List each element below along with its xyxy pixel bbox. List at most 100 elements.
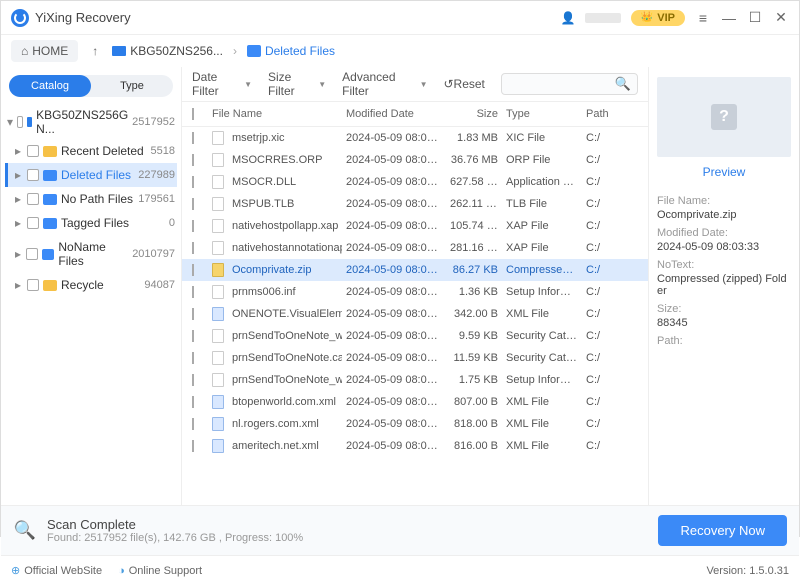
meta-label-modified: Modified Date: [657, 227, 791, 239]
file-name: nl.rogers.com.xml [232, 418, 319, 430]
recovery-button[interactable]: Recovery Now [658, 515, 787, 546]
up-button[interactable]: ↑ [88, 44, 102, 58]
file-name: prnSendToOneNote_wi... [232, 330, 342, 342]
table-row[interactable]: prnSendToOneNote_wi... 2024-05-09 08:03:… [182, 369, 648, 391]
user-icon[interactable]: 👤 [561, 11, 575, 25]
checkbox[interactable] [192, 242, 194, 254]
checkbox[interactable] [26, 248, 37, 260]
checkbox[interactable] [192, 352, 194, 364]
file-name: Ocomprivate.zip [232, 264, 311, 276]
sidebar-item[interactable]: ▸ Deleted Files 227989 [5, 163, 177, 187]
col-date[interactable]: Modified Date [342, 108, 446, 120]
sidebar-item[interactable]: ▸ Recent Deleted 5518 [5, 139, 177, 163]
checkbox[interactable] [192, 198, 194, 210]
sidebar-item[interactable]: ▸ No Path Files 179561 [5, 187, 177, 211]
table-row[interactable]: ONENOTE.VisualElement... 2024-05-09 08:0… [182, 303, 648, 325]
file-icon [212, 131, 224, 145]
cell-size: 1.83 MB [446, 132, 502, 144]
table-row[interactable]: btopenworld.com.xml 2024-05-09 08:03:33 … [182, 391, 648, 413]
folder-icon [42, 249, 55, 260]
preview-button[interactable]: Preview [657, 161, 791, 189]
cell-path: C:/ [582, 220, 622, 232]
tree-root[interactable]: ▾ KBG50ZNS256G N... 2517952 [5, 105, 177, 139]
caret-right-icon[interactable]: ▸ [15, 192, 23, 206]
table-row[interactable]: nativehostpollapp.xap 2024-05-09 08:03:3… [182, 215, 648, 237]
caret-right-icon[interactable]: ▸ [15, 168, 23, 182]
checkbox[interactable] [192, 220, 194, 232]
home-label: HOME [32, 44, 68, 58]
checkbox[interactable] [192, 132, 194, 144]
checkbox[interactable] [192, 308, 194, 320]
checkbox[interactable] [192, 330, 194, 342]
official-website-link[interactable]: ⊕Official WebSite [11, 564, 102, 577]
cell-type: TLB File [502, 198, 582, 210]
table-row[interactable]: MSOCRRES.ORP 2024-05-09 08:03:33 36.76 M… [182, 149, 648, 171]
checkbox[interactable] [192, 176, 194, 188]
cell-path: C:/ [582, 176, 622, 188]
table-row[interactable]: MSPUB.TLB 2024-05-09 08:03:33 262.11 KB … [182, 193, 648, 215]
checkbox[interactable] [192, 286, 194, 298]
cell-size: 627.58 KB [446, 176, 502, 188]
crumb-current[interactable]: Deleted Files [247, 44, 335, 58]
reset-button[interactable]: ↺Reset [443, 77, 484, 91]
col-path[interactable]: Path [582, 108, 622, 120]
cell-path: C:/ [582, 418, 622, 430]
checkbox[interactable] [192, 418, 194, 430]
table-row[interactable]: prnSendToOneNote_wi... 2024-05-09 08:03:… [182, 325, 648, 347]
caret-right-icon[interactable]: ▸ [15, 278, 23, 292]
checkbox[interactable] [192, 440, 194, 452]
table-row[interactable]: nativehostannotationap... 2024-05-09 08:… [182, 237, 648, 259]
maximize-button[interactable]: ☐ [747, 10, 763, 26]
checkbox[interactable] [27, 169, 39, 181]
vip-badge[interactable]: VIP [631, 10, 685, 26]
caret-right-icon[interactable]: ▸ [15, 216, 23, 230]
checkbox[interactable] [27, 145, 39, 157]
table-row[interactable]: Ocomprivate.zip 2024-05-09 08:03:... 86.… [182, 259, 648, 281]
online-support-link[interactable]: ◑Online Support [118, 565, 202, 577]
date-filter[interactable]: Date Filter▼ [192, 70, 252, 98]
search-input[interactable]: 🔍 [501, 73, 638, 95]
caret-down-icon[interactable]: ▾ [7, 115, 13, 129]
col-size[interactable]: Size [446, 108, 502, 120]
table-row[interactable]: ameritech.net.xml 2024-05-09 08:03:33 81… [182, 435, 648, 457]
cell-date: 2024-05-09 08:03:33 [342, 396, 446, 408]
close-button[interactable]: ✕ [773, 10, 789, 26]
checkbox[interactable] [27, 193, 39, 205]
col-name[interactable]: File Name [208, 108, 342, 120]
checkbox[interactable] [192, 374, 194, 386]
checkbox[interactable] [192, 154, 194, 166]
crumb-drive[interactable]: KBG50ZNS256... [112, 44, 223, 58]
checkbox[interactable] [17, 116, 23, 128]
checkbox[interactable] [27, 279, 39, 291]
tab-type[interactable]: Type [91, 75, 173, 97]
checkbox[interactable] [192, 396, 194, 408]
menu-icon[interactable]: ≡ [695, 10, 711, 26]
checkbox[interactable] [192, 264, 194, 276]
caret-right-icon[interactable]: ▸ [15, 247, 22, 261]
table-row[interactable]: prnSendToOneNote.cat 2024-05-09 08:03:33… [182, 347, 648, 369]
checkbox[interactable] [27, 217, 39, 229]
folder-icon [43, 280, 57, 291]
file-icon [212, 175, 224, 189]
table-row[interactable]: msetrjp.xic 2024-05-09 08:03:33 1.83 MB … [182, 127, 648, 149]
advanced-filter[interactable]: Advanced Filter▼ [342, 70, 427, 98]
table-row[interactable]: prnms006.inf 2024-05-09 08:03:33 1.36 KB… [182, 281, 648, 303]
cell-date: 2024-05-09 08:03:33 [342, 132, 446, 144]
col-type[interactable]: Type [502, 108, 582, 120]
size-filter[interactable]: Size Filter▼ [268, 70, 326, 98]
select-all-checkbox[interactable] [192, 108, 194, 120]
preview-thumbnail: ? [657, 77, 791, 157]
sidebar-item[interactable]: ▸ Recycle 94087 [5, 273, 177, 297]
tab-catalog[interactable]: Catalog [9, 75, 91, 97]
sidebar-item[interactable]: ▸ NoName Files 2010797 [5, 235, 177, 273]
home-button[interactable]: ⌂ HOME [11, 40, 78, 62]
cell-date: 2024-05-09 08:03:33 [342, 286, 446, 298]
file-name: MSPUB.TLB [232, 198, 294, 210]
cell-date: 2024-05-09 08:03:... [342, 264, 446, 276]
table-row[interactable]: MSOCR.DLL 2024-05-09 08:03:33 627.58 KB … [182, 171, 648, 193]
sidebar-item[interactable]: ▸ Tagged Files 0 [5, 211, 177, 235]
caret-right-icon[interactable]: ▸ [15, 144, 23, 158]
file-icon [212, 395, 224, 409]
table-row[interactable]: nl.rogers.com.xml 2024-05-09 08:03:33 81… [182, 413, 648, 435]
minimize-button[interactable]: — [721, 10, 737, 26]
